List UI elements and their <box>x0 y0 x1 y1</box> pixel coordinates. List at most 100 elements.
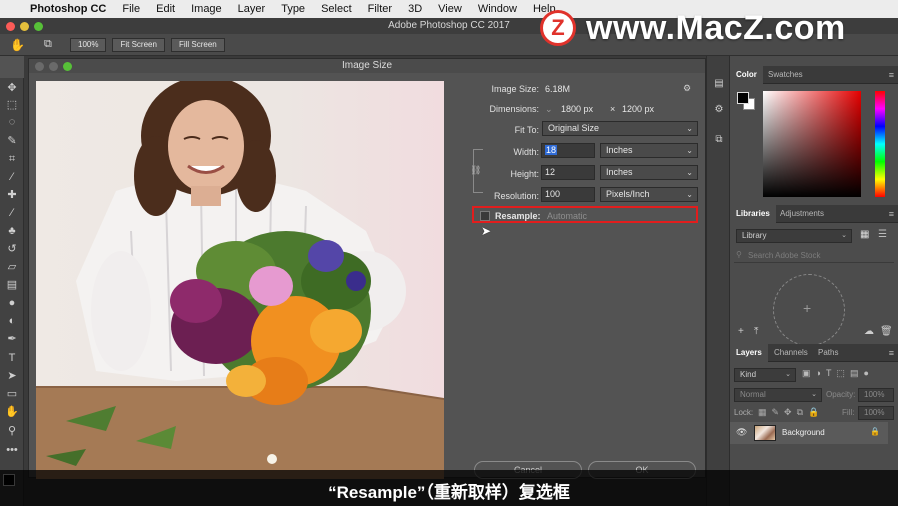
menu-filter[interactable]: Filter <box>360 3 400 15</box>
eye-icon[interactable]: 👁 <box>736 427 747 438</box>
layer-filter-icons[interactable]: ▣◑T⬚▤● <box>802 368 874 379</box>
dialog-minimize-button[interactable] <box>49 62 58 71</box>
history-brush-tool-icon[interactable]: ↺ <box>0 241 24 257</box>
scroll-all-windows-icon[interactable]: ⧉ <box>44 38 64 51</box>
gradient-tool-icon[interactable]: ▤ <box>0 277 24 293</box>
add-content-icon[interactable]: + <box>803 300 811 316</box>
stock-icon[interactable]: ☁ <box>864 326 874 337</box>
fill-input[interactable]: 100% <box>858 406 894 420</box>
panel-menu-icon[interactable]: ≡ <box>889 348 894 358</box>
brush-tool-icon[interactable]: ∕ <box>0 205 24 221</box>
image-size-dialog: Image Size ⚙ Image Size: 6.18M Dimension… <box>28 58 706 479</box>
properties-panel-icon[interactable]: ⚙ <box>711 104 727 118</box>
chevron-down-icon: ⌄ <box>686 146 693 155</box>
menu-type[interactable]: Type <box>273 3 313 15</box>
resample-checkbox[interactable] <box>480 211 490 221</box>
blend-mode-select[interactable]: Normal ⌄ <box>734 388 822 402</box>
eyedropper-tool-icon[interactable]: ⁄ <box>0 169 24 185</box>
tab-color[interactable]: Color <box>730 66 763 84</box>
type-tool-icon[interactable]: T <box>0 350 24 366</box>
opacity-input[interactable]: 100% <box>858 388 894 402</box>
hue-slider[interactable] <box>875 91 885 197</box>
trash-icon[interactable]: 🗑 <box>880 326 893 337</box>
dialog-zoom-button[interactable] <box>63 62 72 71</box>
paragraph-panel-icon[interactable]: ⧉ <box>711 134 727 148</box>
fit-screen-button[interactable]: Fit Screen <box>112 37 165 52</box>
dodge-tool-icon[interactable]: ◐ <box>0 313 24 329</box>
dimensions-unit-chevron-icon[interactable]: ⌄ <box>545 104 553 115</box>
layer-kind-filter[interactable]: Kind ⌄ <box>734 368 796 382</box>
tab-paths[interactable]: Paths <box>812 344 844 362</box>
path-selection-tool-icon[interactable]: ➤ <box>0 368 24 384</box>
layers-panel-tabs: Layers Channels Paths ≡ <box>730 344 898 362</box>
height-unit-value: Inches <box>606 167 633 177</box>
rectangle-tool-icon[interactable]: ▭ <box>0 386 24 402</box>
fill-screen-button[interactable]: Fill Screen <box>170 37 225 52</box>
fit-to-select[interactable]: Original Size ⌄ <box>542 121 698 136</box>
image-preview[interactable] <box>36 81 444 479</box>
tab-adjustments[interactable]: Adjustments <box>774 205 830 223</box>
marquee-tool-icon[interactable]: ⬚ <box>0 97 24 113</box>
settings-gear-icon[interactable]: ⚙ <box>683 83 691 94</box>
grid-view-icon[interactable]: ▦ <box>860 229 869 240</box>
lock-icons[interactable]: ▦✎✥⧉🔒 <box>758 407 824 418</box>
healing-brush-tool-icon[interactable]: ✚ <box>0 187 24 203</box>
subtitle-bar: “Resample”（重新取样）复选框 <box>0 470 898 506</box>
menu-file[interactable]: File <box>114 3 148 15</box>
watermark-logo: Z <box>540 10 576 46</box>
tab-libraries[interactable]: Libraries <box>730 205 776 223</box>
clone-stamp-tool-icon[interactable]: ♣ <box>0 223 24 239</box>
hand-tool-icon[interactable]: ✋ <box>0 404 24 420</box>
color-picker-field[interactable] <box>763 91 861 197</box>
zoom-tool-icon[interactable]: ⚲ <box>0 423 24 439</box>
tab-swatches[interactable]: Swatches <box>762 66 809 84</box>
eraser-tool-icon[interactable]: ▱ <box>0 259 24 275</box>
pen-tool-icon[interactable]: ✒ <box>0 331 24 347</box>
hand-tool-icon[interactable]: ✋ <box>10 38 30 52</box>
libraries-panel-tabs: Libraries Adjustments ≡ <box>730 205 898 223</box>
add-element-icon[interactable]: + <box>738 326 744 337</box>
dialog-title: Image Size <box>29 59 705 73</box>
dimensions-label: Dimensions: <box>489 104 539 114</box>
more-tools-icon[interactable]: ••• <box>0 442 24 458</box>
menu-app[interactable]: Photoshop CC <box>22 3 114 15</box>
panel-menu-icon[interactable]: ≡ <box>889 209 894 219</box>
height-label: Height: <box>510 169 539 179</box>
menu-window[interactable]: Window <box>470 3 525 15</box>
zoom-100-button[interactable]: 100% <box>70 37 107 52</box>
layer-row-background[interactable]: 👁 Background 🔒 <box>730 422 888 444</box>
quick-selection-tool-icon[interactable]: ✎ <box>0 133 24 149</box>
color-foreground-swatch[interactable] <box>737 92 749 104</box>
stock-search-input[interactable]: Search Adobe Stock <box>734 249 894 263</box>
width-input[interactable]: 18 <box>541 143 595 158</box>
menu-3d[interactable]: 3D <box>400 3 430 15</box>
resolution-unit-select[interactable]: Pixels/Inch ⌄ <box>600 187 698 202</box>
library-select[interactable]: Library ⌄ <box>736 229 852 243</box>
blur-tool-icon[interactable]: ● <box>0 295 24 311</box>
dialog-close-button[interactable] <box>35 62 44 71</box>
preview-photo <box>36 81 444 479</box>
menu-image[interactable]: Image <box>183 3 230 15</box>
resample-method-select[interactable]: Automatic <box>547 211 587 221</box>
move-tool-icon[interactable]: ✥ <box>0 80 24 96</box>
resample-label: Resample: <box>495 211 541 221</box>
tab-channels[interactable]: Channels <box>768 344 814 362</box>
menu-select[interactable]: Select <box>313 3 360 15</box>
menu-view[interactable]: View <box>430 3 470 15</box>
menu-edit[interactable]: Edit <box>148 3 183 15</box>
resolution-input[interactable]: 100 <box>541 187 595 202</box>
width-unit-value: Inches <box>606 145 633 155</box>
panel-menu-icon[interactable]: ≡ <box>889 70 894 80</box>
lasso-tool-icon[interactable]: ◌ <box>0 114 24 130</box>
history-panel-icon[interactable]: ▤ <box>711 78 727 92</box>
height-unit-select[interactable]: Inches ⌄ <box>600 165 698 180</box>
tab-layers[interactable]: Layers <box>730 344 768 362</box>
width-unit-select[interactable]: Inches ⌄ <box>600 143 698 158</box>
height-input[interactable]: 12 <box>541 165 595 180</box>
upload-icon[interactable]: ⤒ <box>754 326 758 337</box>
menu-layer[interactable]: Layer <box>230 3 274 15</box>
constrain-proportions-link-icon[interactable]: ⛓ <box>470 165 481 176</box>
chevron-down-icon: ⌄ <box>841 232 847 239</box>
list-view-icon[interactable]: ☰ <box>878 229 887 240</box>
crop-tool-icon[interactable]: ⌗ <box>0 151 24 167</box>
